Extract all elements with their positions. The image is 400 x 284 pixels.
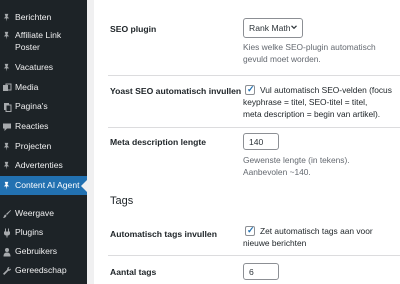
sidebar-item-gebruikers[interactable]: Gebruikers: [0, 245, 87, 259]
pin-icon: [1, 30, 12, 41]
divider: [108, 127, 400, 128]
sidebar-item-label: Media: [15, 82, 39, 92]
sidebar-item-gereedschap[interactable]: Gereedschap: [0, 264, 87, 278]
seo-plugin-select[interactable]: Rank Math: [243, 18, 303, 38]
divider: [108, 75, 400, 76]
pin-icon: [1, 180, 12, 191]
sidebar-item-label: Pagina's: [15, 101, 48, 111]
sidebar-item-berichten[interactable]: Berichten: [0, 11, 87, 25]
sidebar-item-label: Advertenties: [15, 160, 63, 170]
auto-tags-checkbox[interactable]: ✓: [245, 225, 255, 236]
sidebar-item-affiliate-link-poster[interactable]: Affiliate Link Poster: [0, 29, 87, 55]
meta-length-desc-line2: Aanbevolen ~140.: [243, 167, 311, 177]
seo-plugin-desc-line2: gevuld moet worden.: [243, 54, 321, 64]
plugin-icon: [1, 227, 12, 238]
sidebar-item-weergave[interactable]: Weergave: [0, 207, 87, 221]
pin-icon: [1, 62, 12, 73]
pin-icon: [1, 12, 12, 23]
sidebar-item-vacatures[interactable]: Vacatures: [0, 61, 87, 75]
sidebar-item-label: Berichten: [15, 12, 52, 22]
media-icon: [1, 82, 12, 93]
tag-count-label: Aantal tags: [110, 267, 157, 277]
meta-length-desc-line1: Gewenste lengte (in tekens).: [243, 155, 350, 165]
pages-icon: [1, 101, 12, 112]
comments-icon: [1, 121, 12, 132]
sidebar-item-plugins[interactable]: Plugins: [0, 226, 87, 240]
divider: [108, 255, 400, 256]
sidebar-item-content-ai-agent[interactable]: Content AI Agent: [0, 176, 87, 195]
seo-plugin-label: SEO plugin: [110, 24, 157, 34]
chevron-down-icon: [290, 23, 298, 31]
sidebar-item-paginas[interactable]: Pagina's: [0, 100, 87, 114]
meta-length-label: Meta description lengte: [110, 137, 206, 147]
sidebar-item-label-line2: Poster: [15, 42, 40, 52]
settings-panel: SEO plugin Rank Math Kies welke SEO-plug…: [94, 0, 400, 284]
brush-icon: [1, 208, 12, 219]
yoast-auto-text-line2: keyphrase = titel, SEO-titel = titel,: [243, 97, 368, 107]
sidebar-item-label: Plugins: [15, 227, 44, 237]
admin-sidebar: Berichten Affiliate Link Poster Vacature…: [0, 0, 87, 284]
tag-count-input[interactable]: 6: [243, 263, 279, 280]
tools-icon: [1, 265, 12, 276]
yoast-auto-label: Yoast SEO automatisch invullen: [110, 86, 242, 96]
sidebar-item-reacties[interactable]: Reacties: [0, 120, 87, 134]
sidebar-item-label: Affiliate Link: [15, 30, 62, 40]
sidebar-item-label: Content AI Agent: [15, 180, 80, 190]
sidebar-item-advertenties[interactable]: Advertenties: [0, 159, 87, 173]
users-icon: [1, 246, 12, 257]
auto-tags-label: Automatisch tags invullen: [110, 229, 217, 239]
seo-plugin-desc-line1: Kies welke SEO-plugin automatisch: [243, 42, 376, 52]
yoast-auto-checkbox[interactable]: ✓: [245, 84, 255, 95]
yoast-auto-text-line3: meta description = begin van artikel).: [243, 109, 381, 119]
seo-plugin-select-value: Rank Math: [249, 23, 291, 33]
sidebar-item-label: Projecten: [15, 141, 52, 151]
pin-icon: [1, 141, 12, 152]
yoast-auto-text-line1: Vul automatisch SEO-velden (focus: [260, 85, 392, 95]
sidebar-item-label: Weergave: [15, 208, 55, 218]
sidebar-item-label: Reacties: [15, 121, 49, 131]
sidebar-item-projecten[interactable]: Projecten: [0, 140, 87, 154]
meta-length-input[interactable]: 140: [243, 133, 279, 150]
sidebar-item-media[interactable]: Media: [0, 81, 87, 95]
tags-section-title: Tags: [110, 195, 134, 207]
sidebar-item-label: Gereedschap: [15, 265, 67, 275]
sidebar-item-label: Gebruikers: [15, 246, 58, 256]
content-area: SEO plugin Rank Math Kies welke SEO-plug…: [87, 0, 400, 284]
checkmark-icon: ✓: [247, 225, 255, 235]
auto-tags-text-line2: nieuwe berichten: [243, 238, 307, 248]
auto-tags-text-line1: Zet automatisch tags aan voor: [260, 226, 373, 236]
pin-icon: [1, 160, 12, 171]
sidebar-item-label: Vacatures: [15, 62, 54, 72]
checkmark-icon: ✓: [247, 84, 255, 94]
